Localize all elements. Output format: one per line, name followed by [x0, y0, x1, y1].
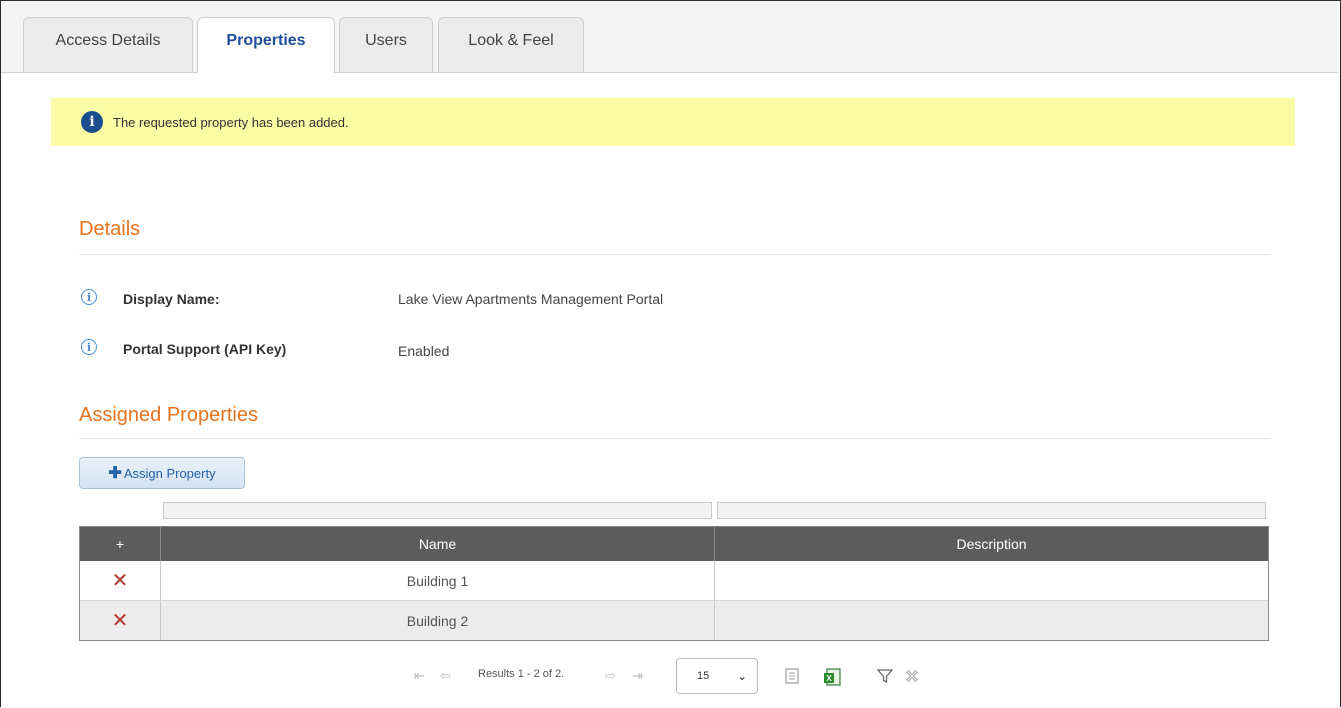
delete-icon[interactable]: ✕ [112, 608, 129, 633]
column-header-name[interactable]: Name [161, 527, 715, 561]
info-icon[interactable]: i [81, 289, 97, 305]
name-cell: Building 1 [161, 561, 715, 600]
description-cell [715, 561, 1268, 600]
delete-icon[interactable]: ✕ [112, 568, 129, 593]
tab-label: Look & Feel [468, 32, 554, 49]
prev-page-icon[interactable]: ⇦ [440, 668, 451, 684]
add-row-button[interactable]: + [80, 527, 161, 561]
divider [79, 254, 1271, 255]
name-filter-input[interactable] [163, 502, 712, 519]
plus-icon: ✚ [108, 465, 122, 482]
chevron-down-icon: ⌄ [736, 669, 747, 683]
details-heading: Details [79, 218, 141, 240]
page-size-select[interactable]: 15 ⌄ [676, 658, 758, 694]
success-alert: i The requested property has been added. [51, 98, 1295, 146]
clear-filter-icon[interactable] [904, 668, 920, 684]
tab-label: Access Details [55, 32, 161, 49]
assign-property-button[interactable]: ✚ Assign Property [79, 457, 245, 489]
last-page-icon[interactable]: ⇥ [632, 668, 643, 684]
export-document-icon[interactable] [785, 668, 799, 684]
display-name-label: Display Name: [123, 291, 220, 307]
tab-label: Properties [226, 32, 306, 49]
table-row: ✕ Building 2 [80, 600, 1268, 640]
portal-support-label: Portal Support (API Key) [123, 341, 287, 357]
tab-label: Users [365, 32, 407, 49]
tab-bar: Access Details Properties Users Look & F… [1, 1, 1338, 73]
tab-access-details[interactable]: Access Details [23, 17, 193, 72]
column-header-description[interactable]: Description [715, 527, 1268, 561]
info-icon[interactable]: i [81, 339, 97, 355]
page-size-value: 15 [697, 670, 710, 682]
results-count: Results 1 - 2 of 2. [478, 668, 565, 680]
first-page-icon[interactable]: ⇤ [414, 668, 425, 684]
tab-users[interactable]: Users [339, 17, 433, 72]
portal-support-value: Enabled [398, 343, 450, 359]
tab-properties[interactable]: Properties [197, 17, 335, 73]
description-filter-input[interactable] [717, 502, 1266, 519]
description-cell [715, 601, 1268, 640]
alert-message: The requested property has been added. [113, 114, 349, 130]
display-name-value: Lake View Apartments Management Portal [398, 291, 664, 307]
next-page-icon[interactable]: ⇨ [605, 668, 616, 684]
tab-look-and-feel[interactable]: Look & Feel [438, 17, 584, 72]
export-excel-icon[interactable]: X [823, 668, 841, 686]
table-row: ✕ Building 1 [80, 561, 1268, 600]
pager: ⇤ ⇦ Results 1 - 2 of 2. ⇨ ⇥ 15 ⌄ X [0, 658, 1341, 694]
assigned-properties-heading: Assigned Properties [79, 404, 258, 426]
svg-text:X: X [826, 674, 832, 683]
filter-icon[interactable] [877, 668, 893, 684]
assign-property-label: Assign Property [123, 465, 216, 481]
grid-header: + Name Description [80, 527, 1268, 561]
info-icon: i [81, 111, 103, 133]
name-cell: Building 2 [161, 601, 715, 640]
properties-grid: + Name Description ✕ Building 1 ✕ Buildi… [79, 526, 1269, 641]
divider [79, 438, 1271, 439]
